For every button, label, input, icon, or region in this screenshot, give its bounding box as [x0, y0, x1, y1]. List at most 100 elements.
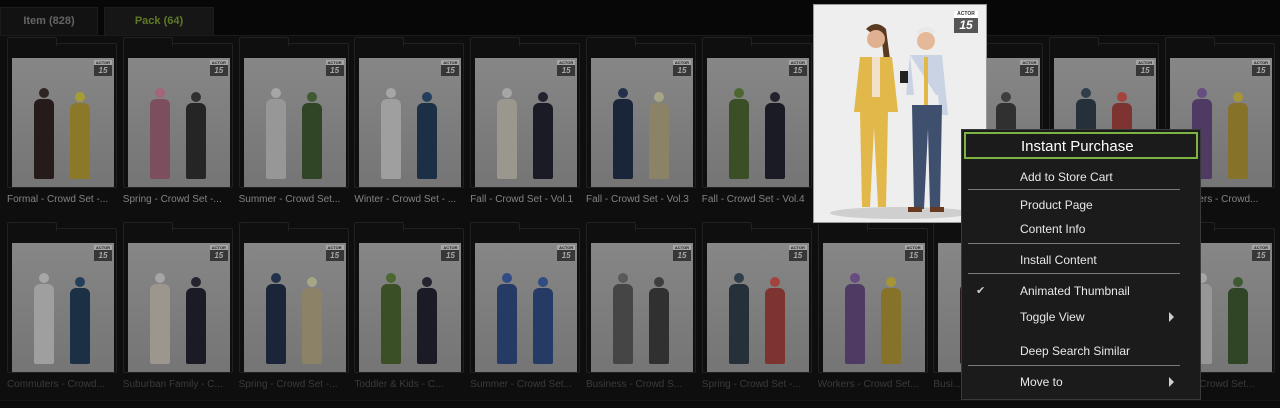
folder-frame: ACTOR15	[470, 222, 581, 373]
pack-card[interactable]: ACTOR 15 Summer - Crowd Set...	[470, 222, 581, 408]
folder-frame: ACTOR15	[701, 222, 812, 373]
actor-badge: ACTOR15	[673, 60, 691, 76]
badge-number: 15	[557, 250, 576, 261]
pack-card[interactable]: ACTOR 15 Toddler & Kids - C...	[354, 222, 465, 408]
pack-card[interactable]: ACTOR 15 Spring - Crowd Set -...	[122, 37, 233, 223]
folder-frame: ACTOR15	[122, 37, 233, 188]
pack-card[interactable]: ACTOR 15 Formal - Crowd Set -...	[7, 37, 117, 223]
badge-number: 15	[441, 250, 460, 261]
tab-item[interactable]: Item (828)	[0, 7, 98, 35]
tab-pack[interactable]: Pack (64)	[104, 7, 214, 35]
animated-thumbnail-item[interactable]: ✔ Animated Thumbnail	[962, 280, 1200, 302]
figure-2	[1228, 288, 1248, 364]
folder-tab	[1049, 37, 1100, 46]
folder-tab	[7, 222, 57, 231]
folder-tab	[7, 37, 57, 46]
pack-card[interactable]: ACTOR 15 Fall - Crowd Set - Vol.1	[470, 37, 581, 223]
pack-card[interactable]: ACTOR 15 Spring - Crowd Set -...	[701, 222, 812, 408]
actor-badge: ACTOR15	[1136, 60, 1155, 76]
figure-2	[533, 288, 554, 364]
folder-tab	[470, 37, 521, 46]
badge-number: 15	[325, 250, 344, 261]
badge-number: 15	[557, 65, 576, 76]
pack-thumbnail: ACTOR15	[243, 243, 346, 372]
pack-card[interactable]: ACTOR 15 Winter - Crowd Set - ...	[354, 37, 465, 223]
deep-search-similar-item[interactable]: Deep Search Similar	[962, 340, 1200, 362]
actor-badge: ACTOR15	[209, 60, 228, 76]
folder-frame: ACTOR15	[7, 37, 117, 188]
folder-tab	[586, 222, 636, 231]
folder-tab	[1165, 37, 1215, 46]
badge-number: 15	[673, 250, 691, 261]
pack-card[interactable]: ACTOR 15 Commuters - Crowd...	[7, 222, 117, 408]
instant-purchase-item[interactable]: Instant Purchase	[964, 132, 1198, 159]
badge-number: 15	[1136, 65, 1155, 76]
toggle-view-label: Toggle View	[1020, 310, 1085, 324]
figure-1	[497, 284, 518, 364]
menu-separator	[968, 243, 1180, 244]
badge-number: 15	[954, 18, 978, 33]
folder-frame: ACTOR15	[238, 37, 349, 188]
actor-badge: ACTOR 15	[954, 11, 978, 33]
pack-title: Fall - Crowd Set - Vol.1	[470, 194, 573, 205]
figure-2	[70, 103, 90, 179]
toggle-view-item[interactable]: Toggle View	[962, 306, 1200, 328]
menu-separator	[968, 365, 1180, 366]
actor-badge: ACTOR15	[904, 245, 923, 261]
figure-2	[764, 103, 785, 179]
add-to-store-cart-item[interactable]: Add to Store Cart	[962, 166, 1200, 188]
pack-card[interactable]: ACTOR 15 Summer - Crowd Set...	[238, 37, 349, 223]
figure-1	[381, 284, 402, 364]
pack-card[interactable]: ACTOR 15 Suburban Family - C...	[122, 222, 233, 408]
badge-number: 15	[441, 65, 460, 76]
figure-1	[728, 284, 749, 364]
move-to-item[interactable]: Move to	[962, 371, 1200, 393]
figure-1	[844, 284, 865, 364]
animated-thumbnail-label: Animated Thumbnail	[1020, 284, 1130, 298]
badge-number: 15	[673, 65, 691, 76]
actor-badge: ACTOR15	[1252, 60, 1270, 76]
context-menu: Instant Purchase Add to Store Cart Produ…	[961, 129, 1201, 400]
folder-tab	[701, 222, 752, 231]
badge-number: 15	[1020, 65, 1039, 76]
folder-tab	[586, 37, 636, 46]
pack-thumbnail: ACTOR15	[475, 58, 578, 187]
actor-badge: ACTOR15	[441, 245, 460, 261]
folder-tab	[701, 37, 752, 46]
pack-card[interactable]: ACTOR 15 Fall - Crowd Set - Vol.4	[701, 37, 812, 223]
pack-title: Summer - Crowd Set...	[470, 379, 572, 390]
actor-badge: ACTOR15	[441, 60, 460, 76]
pack-thumbnail: ACTOR15	[475, 243, 578, 372]
figure-1	[613, 99, 633, 179]
actor-badge: ACTOR15	[557, 245, 576, 261]
pack-title: Fall - Crowd Set - Vol.4	[701, 194, 805, 205]
content-info-item[interactable]: Content Info	[962, 218, 1200, 240]
pack-thumbnail: ACTOR15	[822, 243, 925, 372]
product-page-label: Product Page	[1020, 198, 1093, 212]
content-info-label: Content Info	[1020, 222, 1086, 236]
pack-title: Summer - Crowd Set...	[238, 194, 341, 205]
pack-card[interactable]: ACTOR 15 Workers - Crowd Set...	[817, 222, 928, 408]
actor-badge: ACTOR15	[325, 60, 344, 76]
badge-number: 15	[788, 65, 807, 76]
pack-thumbnail: ACTOR15	[127, 243, 230, 372]
checkmark-icon: ✔	[976, 285, 986, 297]
actor-badge: ACTOR15	[673, 245, 691, 261]
folder-tab	[122, 37, 173, 46]
product-page-item[interactable]: Product Page	[962, 194, 1200, 216]
badge-number: 15	[788, 250, 807, 261]
badge-number: 15	[209, 65, 228, 76]
pack-card[interactable]: ACTOR 15 Spring - Crowd Set -...	[238, 222, 349, 408]
pack-title: Spring - Crowd Set -...	[238, 379, 338, 390]
figure-2	[533, 103, 554, 179]
move-to-label: Move to	[1020, 375, 1063, 389]
pack-card[interactable]: ACTOR 15 Business - Crowd S...	[586, 222, 696, 408]
figure-1	[728, 99, 749, 179]
pack-title: Commuters - Crowd...	[7, 379, 105, 390]
figure-1	[149, 99, 170, 179]
add-to-store-cart-label: Add to Store Cart	[1020, 170, 1113, 184]
actor-badge: ACTOR15	[1020, 60, 1039, 76]
install-content-item[interactable]: Install Content	[962, 249, 1200, 271]
pack-title: Formal - Crowd Set -...	[7, 194, 109, 205]
pack-card[interactable]: ACTOR 15 Fall - Crowd Set - Vol.3	[586, 37, 696, 223]
